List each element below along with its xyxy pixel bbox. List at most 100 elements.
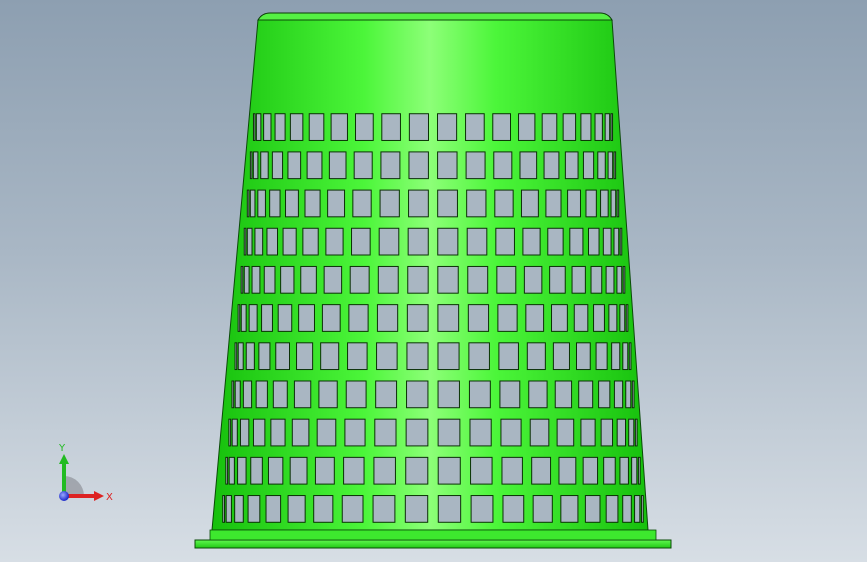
basket-hole (289, 113, 304, 141)
basket-hole (353, 151, 373, 180)
basket-hole (405, 456, 429, 485)
basket-hole (611, 342, 621, 371)
basket-hole (379, 189, 400, 218)
basket-hole (541, 113, 558, 141)
basket-hole (573, 304, 589, 332)
basket-hole (266, 227, 279, 256)
basket-hole (437, 304, 460, 332)
basket-hole (271, 151, 284, 180)
basket-hole (405, 418, 429, 447)
basket-hole (502, 495, 525, 523)
basket-hole (234, 342, 238, 371)
basket-hole (260, 151, 269, 180)
wastebasket-model[interactable] (194, 12, 672, 549)
basket-hole (628, 418, 635, 447)
basket-hole (314, 456, 335, 485)
basket-hole (437, 380, 460, 409)
basket-hole (466, 189, 487, 218)
basket-hole (231, 380, 235, 409)
basket-hole (243, 265, 250, 294)
basket-hole (600, 418, 614, 447)
basket-hole (529, 418, 550, 447)
basket-hole (300, 265, 317, 294)
basket-hole (323, 265, 343, 294)
basket-hole (622, 342, 629, 371)
basket-hole (578, 380, 594, 409)
basket-hole (287, 495, 306, 523)
basket-hole (631, 456, 638, 485)
basket-hole (603, 456, 616, 485)
basket-hole (287, 151, 302, 180)
basket-hole (231, 418, 238, 447)
basket-hole (257, 189, 266, 218)
basket-hole (580, 418, 596, 447)
basket-hole (378, 227, 400, 256)
basket-hole (547, 227, 564, 256)
basket-hole (408, 189, 429, 218)
basket-hole (558, 456, 577, 485)
basket-hole (308, 113, 325, 141)
triad-x-label: X (106, 492, 113, 503)
basket-hole (532, 495, 553, 523)
basket-hole (291, 418, 310, 447)
basket-hole (321, 304, 341, 332)
basket-hole (610, 113, 614, 141)
basket-hole (313, 495, 334, 523)
basket-hole (249, 151, 253, 180)
basket-hole (499, 380, 521, 409)
basket-hole (556, 418, 575, 447)
basket-hole (316, 418, 337, 447)
basket-hole (493, 151, 513, 180)
basket-hole (373, 456, 396, 485)
basket-hole (246, 189, 250, 218)
basket-hole (467, 265, 489, 294)
basket-hole (619, 304, 626, 332)
basket-hole (237, 304, 241, 332)
basket-hole (240, 265, 244, 294)
basket-hole (622, 495, 632, 523)
basket-hole (296, 342, 314, 371)
basket-hole (225, 456, 229, 485)
basket-hole (494, 189, 514, 218)
basket-hole (526, 342, 546, 371)
basket-hole (580, 113, 592, 141)
basket-hole (531, 456, 552, 485)
basket-hole (406, 342, 429, 371)
basket-hole (498, 342, 519, 371)
basket-hole (625, 304, 629, 332)
basket-hole (242, 380, 253, 409)
basket-hole (245, 342, 255, 371)
basket-hole (496, 265, 517, 294)
basket-hole (437, 227, 459, 256)
basket-hole (604, 113, 611, 141)
basket-hole (258, 342, 271, 371)
3d-viewport[interactable] (0, 0, 867, 562)
basket-hole (501, 456, 523, 485)
basket-hole (628, 342, 632, 371)
basket-hole (280, 265, 295, 294)
basket-hole (327, 189, 346, 218)
basket-hole (465, 113, 485, 141)
basket-hole (255, 113, 262, 141)
basket-hole (330, 113, 348, 141)
basket-hole (263, 113, 272, 141)
basket-hole (523, 265, 543, 294)
basket-hole (560, 495, 579, 523)
basket-hole (571, 265, 586, 294)
orientation-triad[interactable]: Y X (50, 440, 120, 510)
basket-hole (594, 113, 603, 141)
basket-hole (251, 265, 261, 294)
basket-hole (347, 342, 368, 371)
basket-hole (345, 380, 367, 409)
basket-hole (616, 265, 623, 294)
basket-hole (240, 304, 247, 332)
basket-hole (590, 265, 603, 294)
basket-hole (567, 189, 581, 218)
basket-hole (282, 227, 297, 256)
basket-hole (525, 304, 545, 332)
basket-hole (468, 342, 490, 371)
basket-hole (377, 265, 399, 294)
basket-hole (267, 456, 284, 485)
basket-hole (254, 227, 264, 256)
basket-hole (470, 495, 494, 523)
